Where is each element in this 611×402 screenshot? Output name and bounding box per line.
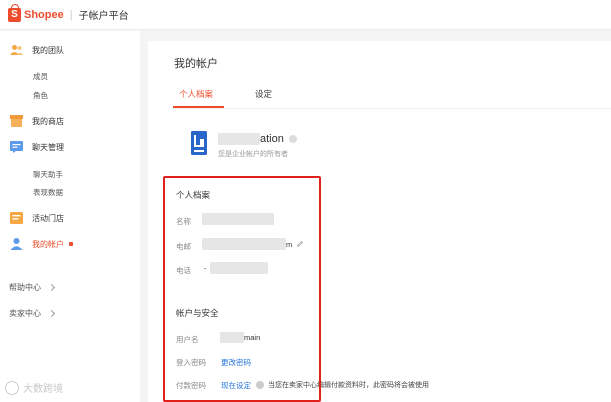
sidebar-item-label: 聊天管理 bbox=[32, 142, 64, 152]
sidebar-item-label: 卖家中心 bbox=[9, 309, 41, 318]
info-icon[interactable] bbox=[288, 135, 297, 143]
chat-icon bbox=[10, 141, 23, 153]
sidebar-item-help-center[interactable]: 帮助中心 bbox=[9, 282, 56, 293]
highlight-annotation-box bbox=[163, 176, 321, 402]
tab-divider bbox=[173, 108, 611, 109]
sidebar: 我的团队 成员 角色 我的商店 聊天管理 聊天助手 表现数据 活动门店 我的帐户… bbox=[0, 31, 140, 402]
sidebar-sub-roles[interactable]: 角色 bbox=[33, 90, 48, 101]
sidebar-sub-members[interactable]: 成员 bbox=[33, 71, 48, 82]
sidebar-item-label: 活动门店 bbox=[32, 213, 64, 223]
sidebar-item-chat-management[interactable]: 聊天管理 bbox=[0, 137, 140, 157]
tab-settings[interactable]: 设定 bbox=[255, 88, 272, 100]
sidebar-item-my-shop[interactable]: 我的商店 bbox=[0, 111, 140, 131]
company-subtitle: 您是企业帐户的所有者 bbox=[218, 151, 288, 158]
campaign-icon bbox=[10, 212, 23, 224]
sidebar-sub-performance-data[interactable]: 表现数据 bbox=[33, 187, 63, 198]
chevron-right-icon bbox=[47, 283, 56, 292]
redacted-text bbox=[218, 133, 260, 145]
sidebar-item-campaign[interactable]: 活动门店 bbox=[0, 208, 140, 228]
app-title: 子帐户平台 bbox=[78, 11, 129, 22]
top-bar: S Shopee | 子帐户平台 bbox=[0, 0, 611, 30]
company-name-text: ation bbox=[260, 133, 284, 145]
header-separator: | bbox=[69, 8, 73, 21]
chevron-right-icon bbox=[47, 309, 56, 318]
watermark: 大数跨境 bbox=[5, 380, 63, 395]
team-icon bbox=[10, 45, 23, 55]
sidebar-item-label: 我的商店 bbox=[32, 116, 64, 126]
sidebar-item-label: 我的帐户 bbox=[32, 239, 64, 249]
shopee-bag-icon: S bbox=[8, 3, 21, 22]
shop-icon bbox=[10, 115, 23, 127]
logo-text: Shopee bbox=[24, 8, 64, 21]
watermark-text: 大数跨境 bbox=[23, 384, 63, 395]
company-name: ation bbox=[218, 133, 297, 145]
sidebar-item-my-account[interactable]: 我的帐户 bbox=[0, 234, 140, 254]
sidebar-sub-chat-assistant[interactable]: 聊天助手 bbox=[33, 169, 63, 180]
shopee-logo[interactable]: S Shopee bbox=[8, 3, 64, 22]
sidebar-item-label: 我的团队 bbox=[32, 45, 64, 55]
active-indicator-dot bbox=[69, 242, 73, 246]
sidebar-item-my-team[interactable]: 我的团队 bbox=[0, 40, 140, 60]
tab-profile[interactable]: 个人档案 bbox=[179, 88, 213, 100]
page-title: 我的帐户 bbox=[174, 58, 218, 70]
watermark-logo-icon bbox=[5, 380, 19, 395]
enterprise-badge-icon bbox=[191, 131, 207, 155]
sidebar-item-label: 帮助中心 bbox=[9, 283, 41, 292]
sidebar-item-seller-center[interactable]: 卖家中心 bbox=[9, 308, 56, 319]
user-icon bbox=[10, 238, 23, 250]
